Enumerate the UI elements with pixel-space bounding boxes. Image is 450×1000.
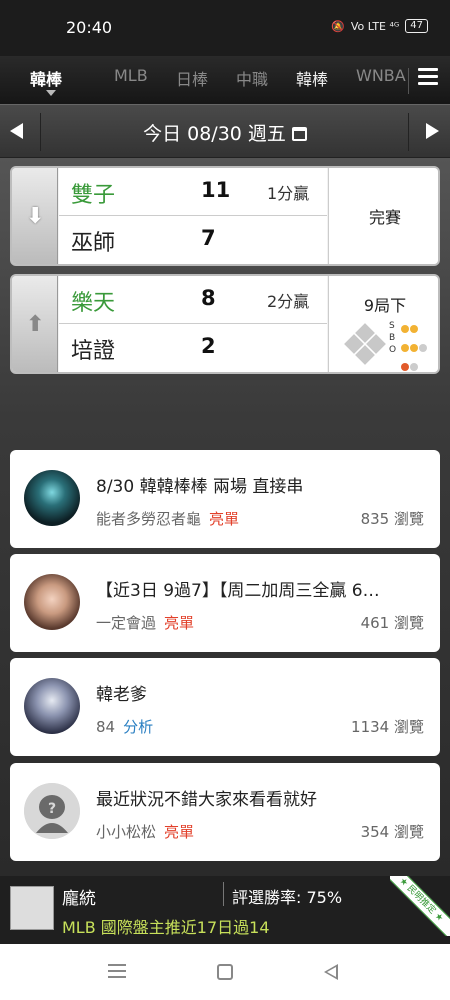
post-title: 8/30 韓韓棒棒 兩場 直接串 <box>96 477 304 497</box>
post-author: 一定會過 亮單 <box>96 612 194 633</box>
team-score: 7 <box>201 226 216 250</box>
sbo-labels: S B O <box>389 320 396 356</box>
author-name: 小小松松 <box>96 823 157 841</box>
svg-text:?: ? <box>48 801 56 817</box>
avatar <box>10 886 54 930</box>
status-icons: 🔕 Vo LTE ⁴ᴳ 47 <box>331 19 428 33</box>
sbo-strike-label: S <box>389 321 395 331</box>
post-tag: 亮單 <box>209 510 240 528</box>
view-count: 835 瀏覽 <box>360 510 424 528</box>
avatar <box>24 678 80 734</box>
promo-banner[interactable]: 龐統 評選勝率: 75% MLB 國際盤主推近17日過14 ★ 民明推定 ★ <box>0 876 450 944</box>
post-title: 韓老爹 <box>96 685 147 705</box>
arrow-down-icon: ⬇ <box>26 204 45 229</box>
recommend-ribbon: ★ 民明推定 ★ <box>390 876 450 936</box>
post-author: 84 分析 <box>96 716 153 737</box>
arrow-up-icon: ⬆ <box>26 312 45 337</box>
list-item[interactable]: ? 最近狀況不錯大家來看看就好 小小松松 亮單 354 瀏覽 <box>10 763 440 861</box>
team-row-away: 巫師 7 <box>59 216 327 264</box>
post-tag: 亮單 <box>164 614 195 632</box>
tab-active-league[interactable]: 韓棒 <box>30 66 62 90</box>
dropdown-arrow-icon <box>46 90 56 96</box>
win-margin: 1分贏 <box>267 184 310 203</box>
game-status-text: 完賽 <box>368 208 401 227</box>
team-score: 11 <box>201 178 231 202</box>
baseball-diamond-icon <box>343 323 387 365</box>
banner-name: 龐統 <box>62 889 96 909</box>
avatar <box>24 470 80 526</box>
network-indicator: Vo LTE ⁴ᴳ <box>350 19 400 33</box>
post-author: 小小松松 亮單 <box>96 821 194 842</box>
battery-icon: 47 <box>405 19 428 33</box>
author-name: 能者多勞忍者龜 <box>96 510 202 528</box>
inning-text: 9局下 <box>363 296 407 315</box>
avatar <box>24 574 80 630</box>
author-name: 84 <box>96 718 116 736</box>
mute-icon: 🔕 <box>331 19 345 33</box>
post-tag: 分析 <box>123 718 154 736</box>
arrow-right-icon <box>426 123 439 139</box>
view-count: 461 瀏覽 <box>360 614 424 632</box>
hamburger-menu-icon[interactable] <box>418 68 438 88</box>
team-name: 巫師 <box>71 231 116 256</box>
team-name: 培證 <box>71 339 116 364</box>
league-tabbar: 韓棒 MLB 日棒 中職 韓棒 WNBA <box>0 56 450 104</box>
game-status: 9局下 S B O <box>328 276 438 372</box>
tab-kbo[interactable]: 韓棒 <box>296 66 328 90</box>
status-time: 20:40 <box>66 18 113 37</box>
team-row-home: 雙子 11 1分贏 <box>59 168 327 216</box>
tab-divider <box>408 68 409 94</box>
list-item[interactable]: 韓老爹 84 分析 1134 瀏覽 <box>10 658 440 756</box>
sbo-count-indicator <box>401 322 428 372</box>
date-label[interactable]: 今日 08/30 週五 <box>0 119 450 146</box>
tab-cpbl[interactable]: 中職 <box>236 66 268 90</box>
banner-text: MLB 國際盤主推近17日過14 <box>62 918 270 937</box>
back-icon-inner <box>327 967 336 977</box>
divider <box>223 882 224 906</box>
team-row-home: 樂天 8 2分贏 <box>59 276 327 324</box>
recents-menu-icon[interactable] <box>108 964 126 982</box>
home-icon[interactable] <box>217 964 233 980</box>
divider <box>408 113 409 151</box>
ribbon-text: ★ 民明推定 ★ <box>390 876 450 936</box>
post-title: 最近狀況不錯大家來看看就好 <box>96 790 317 810</box>
team-name: 樂天 <box>71 291 116 316</box>
tab-wnba[interactable]: WNBA <box>356 66 406 85</box>
date-text: 今日 08/30 週五 <box>143 123 286 145</box>
default-avatar-icon: ? <box>24 783 80 839</box>
win-margin: 2分贏 <box>267 292 310 311</box>
team-score: 8 <box>201 286 216 310</box>
win-rate: 評選勝率: 75% <box>232 888 343 907</box>
sbo-out-label: O <box>389 345 397 355</box>
system-nav-bar <box>0 944 450 1000</box>
sbo-ball-label: B <box>389 333 396 343</box>
game-status: 完賽 <box>328 168 438 264</box>
team-name: 雙子 <box>71 183 116 208</box>
collapse-toggle[interactable]: ⬆ <box>12 276 58 372</box>
post-title: 【近3日 9過7】【周二加周三全贏 6… <box>96 581 380 601</box>
collapse-toggle[interactable]: ⬇ <box>12 168 58 264</box>
tab-npb[interactable]: 日棒 <box>176 66 208 90</box>
tab-mlb[interactable]: MLB <box>114 66 148 85</box>
game-card[interactable]: ⬆ 樂天 8 2分贏 培證 2 9局下 S B O <box>10 274 440 374</box>
author-name: 一定會過 <box>96 614 157 632</box>
calendar-icon[interactable] <box>291 127 307 141</box>
status-bar: 20:40 🔕 Vo LTE ⁴ᴳ 47 <box>0 0 450 56</box>
team-score: 2 <box>201 334 216 358</box>
next-date-button[interactable] <box>420 117 444 145</box>
team-row-away: 培證 2 <box>59 324 327 372</box>
post-author: 能者多勞忍者龜 亮單 <box>96 508 239 529</box>
list-item[interactable]: 【近3日 9過7】【周二加周三全贏 6… 一定會過 亮單 461 瀏覽 <box>10 554 440 652</box>
game-card[interactable]: ⬇ 雙子 11 1分贏 巫師 7 完賽 <box>10 166 440 266</box>
view-count: 1134 瀏覽 <box>351 718 424 736</box>
date-bar: 今日 08/30 週五 <box>0 104 450 158</box>
post-tag: 亮單 <box>164 823 195 841</box>
list-item[interactable]: 8/30 韓韓棒棒 兩場 直接串 能者多勞忍者龜 亮單 835 瀏覽 <box>10 450 440 548</box>
view-count: 354 瀏覽 <box>360 823 424 841</box>
